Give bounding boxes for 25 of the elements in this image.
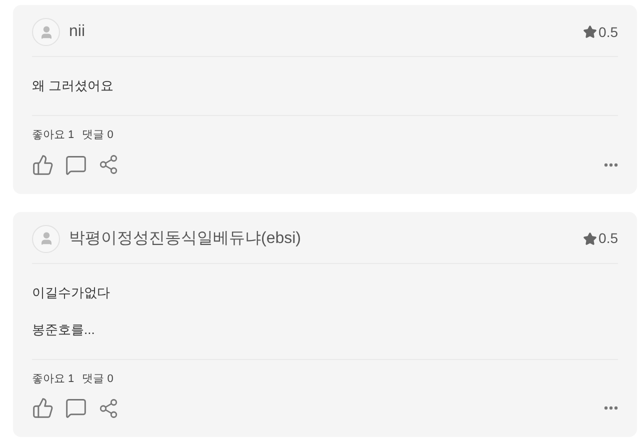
author-name: 박평이정성진동식일베듀냐(ebsi) — [69, 228, 302, 248]
avatar-icon — [32, 18, 60, 46]
more-button[interactable] — [604, 406, 618, 410]
author-name: nii — [69, 22, 86, 42]
rating: 0.5 — [598, 22, 618, 42]
review-text: 이길수가없다 — [32, 284, 111, 302]
rating: 0.5 — [598, 229, 618, 248]
review-text: 봉준호를... — [32, 320, 96, 338]
like-button[interactable] — [32, 154, 54, 176]
comment-button[interactable] — [65, 397, 87, 419]
share-button[interactable] — [98, 154, 119, 175]
review-text: 왜 그러셨어요 — [32, 77, 115, 95]
comment-count: 댓글 0 — [82, 128, 114, 143]
more-icon — [604, 162, 618, 166]
like-count: 좋아요 1 — [32, 128, 74, 143]
star-icon — [582, 25, 597, 39]
more-button[interactable] — [604, 162, 618, 166]
share-button[interactable] — [98, 398, 119, 418]
star-icon — [582, 232, 597, 246]
comment-button[interactable] — [65, 154, 87, 176]
avatar-icon — [32, 224, 60, 252]
more-icon — [604, 406, 618, 410]
like-count: 좋아요 1 — [32, 372, 74, 386]
like-button[interactable] — [32, 397, 54, 419]
comment-count: 댓글 0 — [82, 372, 114, 386]
